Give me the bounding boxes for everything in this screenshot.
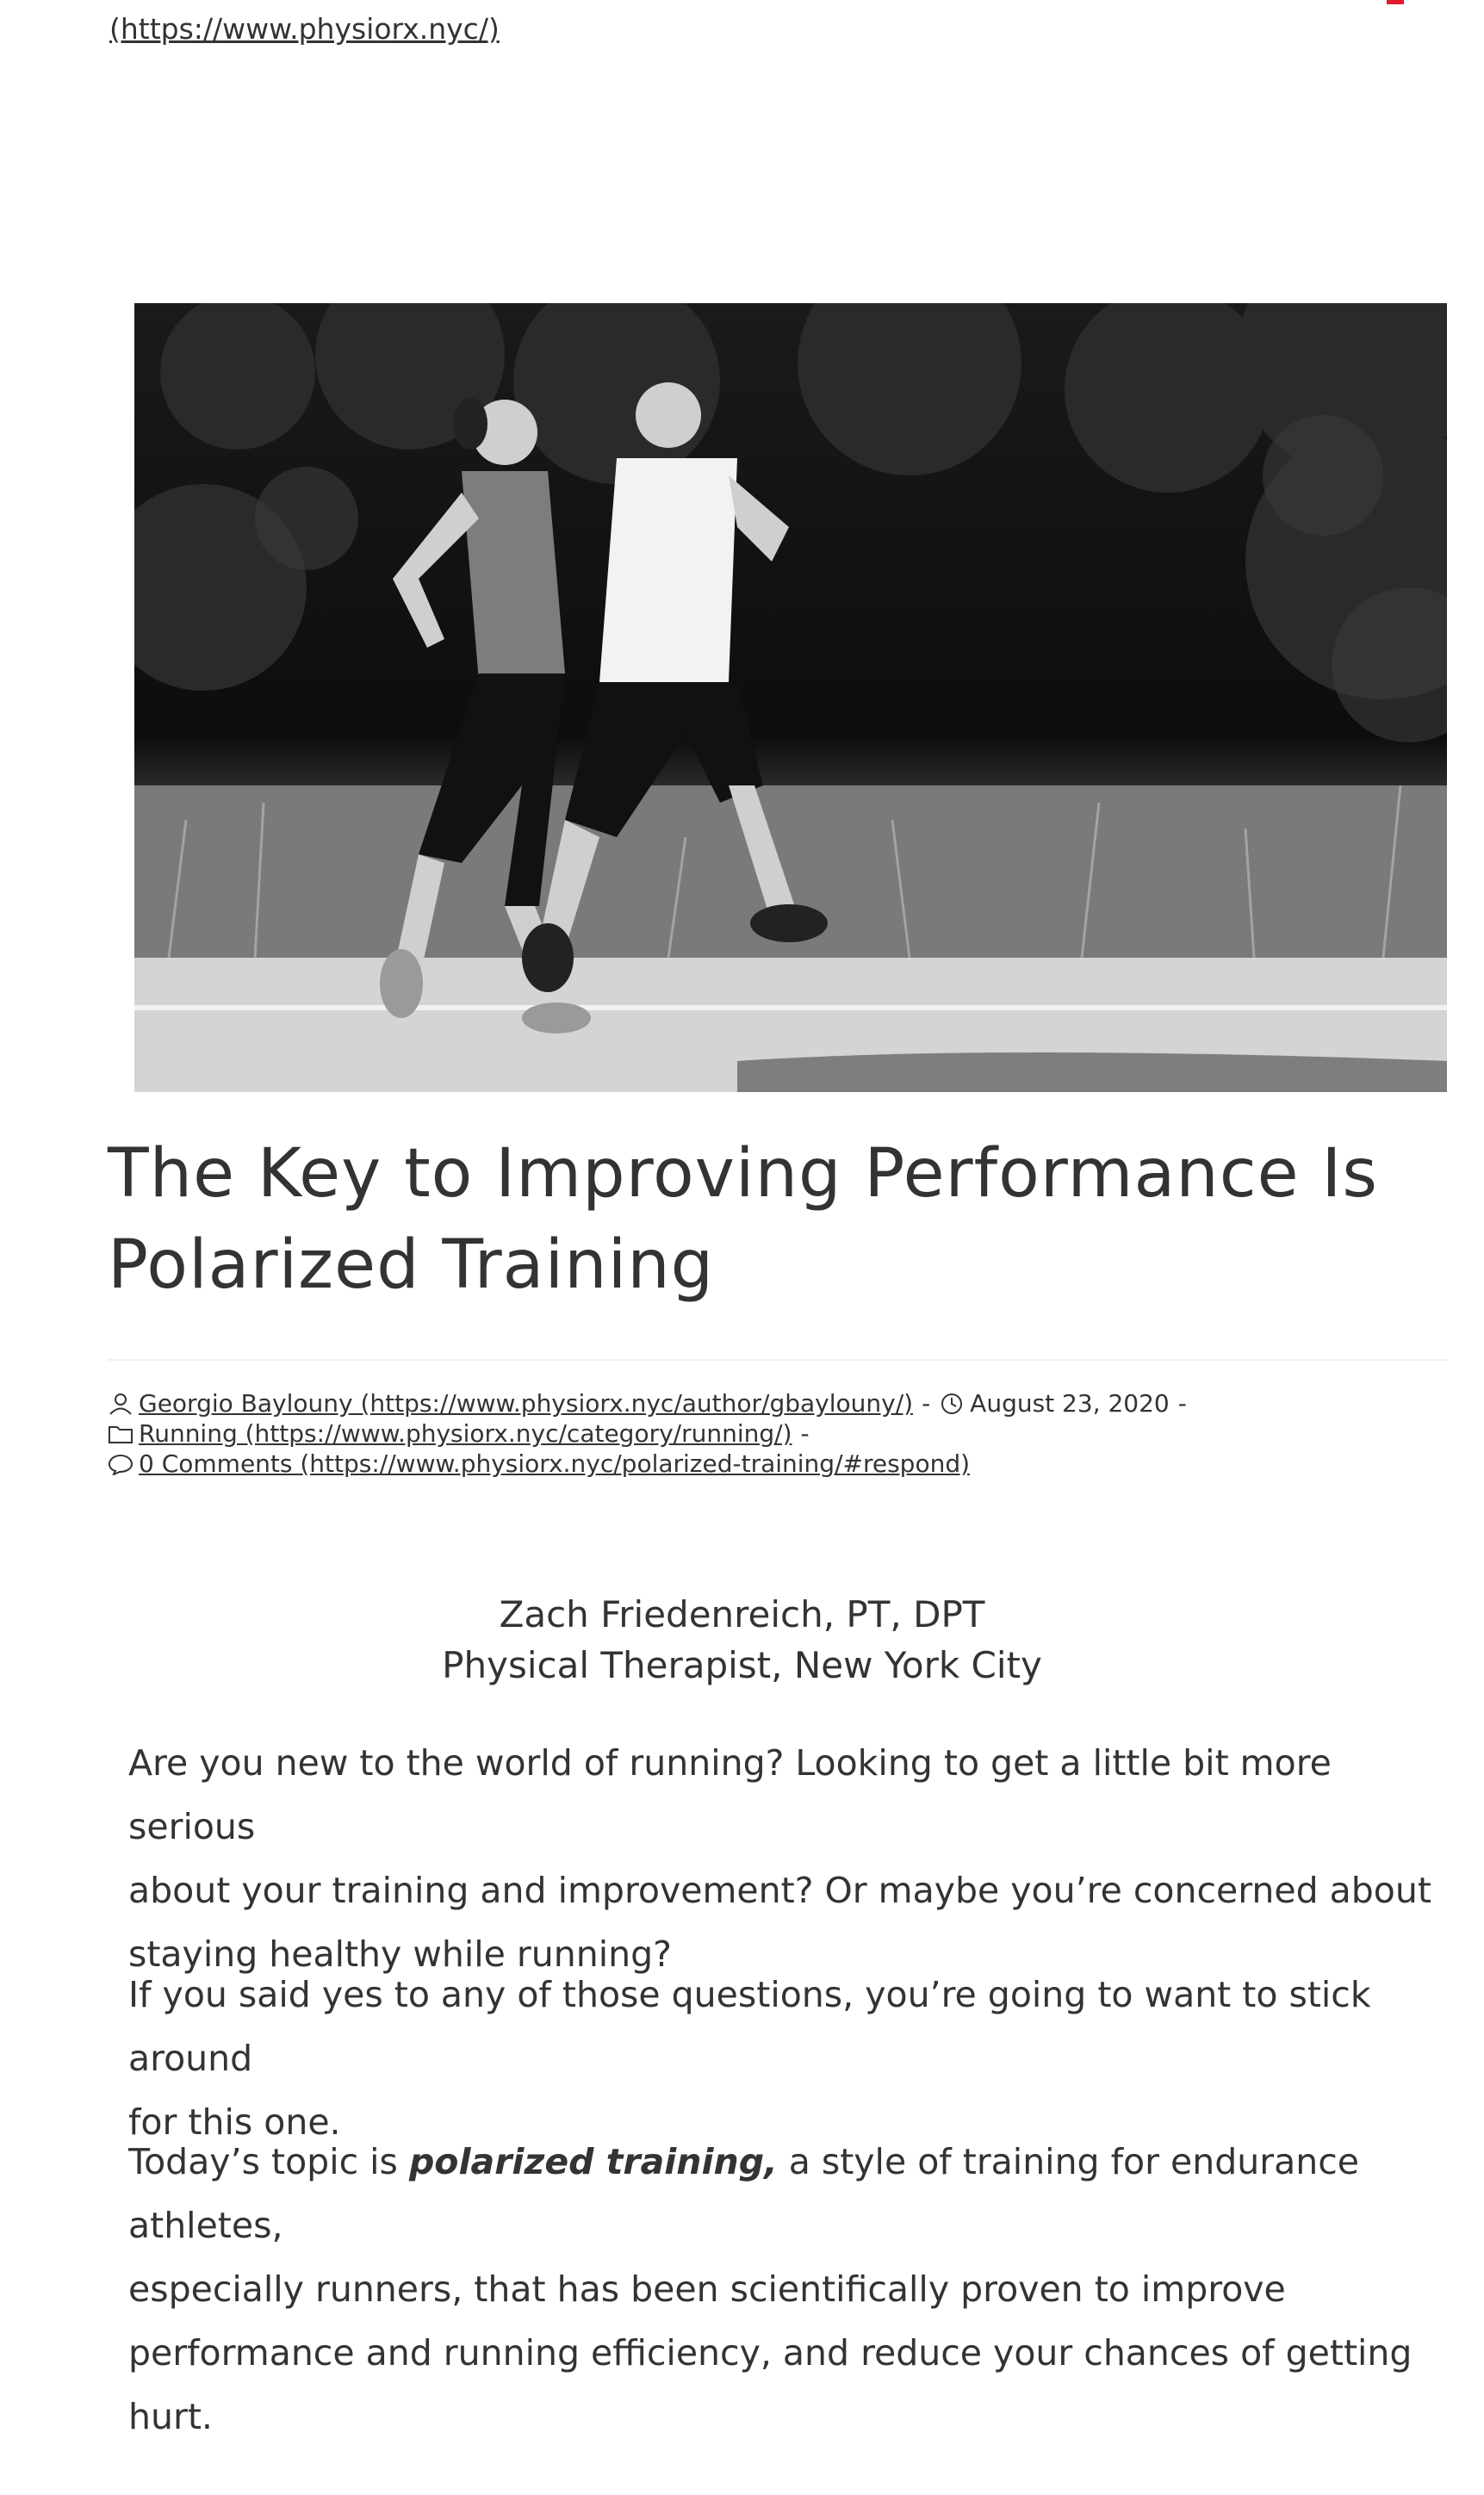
paragraph-3-line-2: especially runners, that has been scient… [128,2268,1286,2310]
hero-photo-runners [134,303,1447,1092]
paragraph-2-line-1: If you said yes to any of those question… [128,1974,1371,2079]
paragraph-1: Are you new to the world of running? Loo… [128,1731,1455,1986]
meta-separator: - [800,1419,810,1448]
paragraph-2: If you said yes to any of those question… [128,1963,1455,2154]
article-title: The Key to Improving Performance Is Pola… [108,1128,1451,1311]
post-date: August 23, 2020 [970,1389,1170,1418]
comment-icon [108,1454,133,1475]
paragraph-3: Today’s topic is polarized training, a s… [128,2130,1455,2448]
user-icon [109,1393,132,1415]
paragraph-1-line-2: about your training and improvement? Or … [128,1870,1431,1911]
byline-role: Physical Therapist, New York City [442,1644,1042,1686]
comments-link[interactable]: 0 Comments (https://www.physiorx.nyc/pol… [139,1449,970,1478]
meta-separator: - [1177,1389,1187,1418]
author-link[interactable]: Georgio Baylouny (https://www.physiorx.n… [139,1389,913,1418]
article-title-line-1: The Key to Improving Performance Is [108,1135,1379,1213]
meta-row-author-date: Georgio Baylouny (https://www.physiorx.n… [108,1389,1447,1418]
paragraph-3-prefix: Today’s topic is [128,2141,409,2182]
title-divider [108,1359,1447,1361]
category-link[interactable]: Running (https://www.physiorx.nyc/catego… [139,1419,792,1448]
paragraph-3-emphasis: polarized training, [408,2141,778,2182]
clock-icon [941,1393,963,1414]
meta-row-comments: 0 Comments (https://www.physiorx.nyc/pol… [108,1449,1447,1479]
meta-separator: - [922,1389,931,1418]
paragraph-3-line-3: performance and running efficiency, and … [128,2332,1413,2437]
paragraph-1-line-1: Are you new to the world of running? Loo… [128,1742,1332,1847]
site-home-link[interactable]: (https://www.physiorx.nyc/) [109,12,500,46]
byline-name: Zach Friedenreich, PT, DPT [499,1593,985,1635]
meta-row-category: Running (https://www.physiorx.nyc/catego… [108,1419,1447,1449]
article-title-line-2: Polarized Training [108,1226,715,1304]
folder-icon [109,1426,133,1443]
menu-accent-mark [1387,0,1404,4]
